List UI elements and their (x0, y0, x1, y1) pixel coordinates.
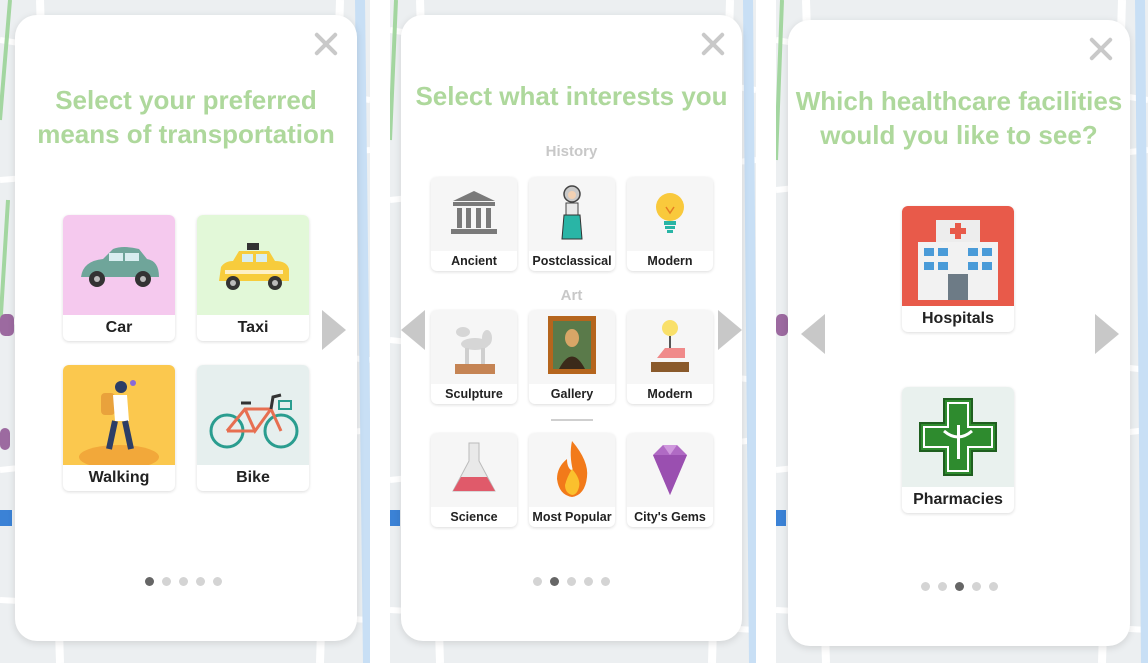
option-label: Sculpture (445, 387, 503, 401)
previous-arrow[interactable] (401, 310, 425, 350)
page-dot[interactable] (196, 577, 205, 586)
option-ancient[interactable]: Ancient (431, 177, 517, 271)
close-icon[interactable] (700, 31, 726, 57)
close-icon[interactable] (1088, 36, 1114, 62)
option-label: Postclassical (532, 254, 612, 268)
section-heading-art: Art (560, 287, 583, 304)
next-arrow[interactable] (322, 310, 346, 350)
temple-icon (431, 177, 517, 251)
page-dot[interactable] (938, 582, 947, 591)
taxi-icon (197, 215, 309, 315)
option-science[interactable]: Science (431, 433, 517, 527)
page-dot[interactable] (179, 577, 188, 586)
option-label: Science (450, 510, 498, 524)
option-label: City's Gems (634, 510, 706, 524)
medieval-figure-icon (529, 177, 615, 251)
page-dot[interactable] (162, 577, 171, 586)
card-title: Select what interests you (401, 79, 742, 113)
pagination-dots (145, 577, 222, 586)
option-citys-gems[interactable]: City's Gems (627, 433, 713, 527)
pagination-dots (533, 577, 610, 586)
option-label: Most Popular (532, 510, 612, 524)
title-line-1: Which healthcare facilities (795, 86, 1123, 116)
option-label: Taxi (237, 319, 269, 336)
page-dot[interactable] (533, 577, 542, 586)
option-label: Bike (236, 469, 270, 486)
pagination-dots (921, 582, 998, 591)
balloon-dog-icon (431, 310, 517, 384)
page-dot[interactable] (584, 577, 593, 586)
option-label: Walking (88, 469, 150, 486)
gem-icon (627, 433, 713, 507)
fire-icon (529, 433, 615, 507)
lamp-sculpture-icon (627, 310, 713, 384)
option-taxi[interactable]: Taxi (197, 215, 309, 341)
next-arrow[interactable] (1095, 314, 1119, 354)
option-label: Modern (647, 387, 693, 401)
option-bike[interactable]: Bike (197, 365, 309, 491)
option-walking[interactable]: Walking (63, 365, 175, 491)
title-line-1: Select your preferred (55, 85, 317, 115)
page-dot[interactable] (989, 582, 998, 591)
page-dot[interactable] (213, 577, 222, 586)
healthcare-card: Which healthcare facilities would you li… (788, 20, 1130, 646)
page-dot[interactable] (567, 577, 576, 586)
title-line-2: means of transportation (37, 119, 335, 149)
option-most-popular[interactable]: Most Popular (529, 433, 615, 527)
option-history-modern[interactable]: Modern (627, 177, 713, 271)
option-label: Modern (647, 254, 693, 268)
pharmacy-cross-icon (902, 387, 1014, 487)
page-dot[interactable] (601, 577, 610, 586)
section-divider (551, 419, 593, 421)
car-icon (63, 215, 175, 315)
next-arrow[interactable] (718, 310, 742, 350)
option-gallery[interactable]: Gallery (529, 310, 615, 404)
section-heading-history: History (545, 143, 598, 160)
option-sculpture[interactable]: Sculpture (431, 310, 517, 404)
flask-icon (431, 433, 517, 507)
card-title: Which healthcare facilities would you li… (788, 84, 1130, 152)
option-label: Ancient (451, 254, 497, 268)
title-line-1: Select what interests you (415, 81, 728, 111)
option-label: Car (105, 319, 133, 336)
option-postclassical[interactable]: Postclassical (529, 177, 615, 271)
previous-arrow[interactable] (801, 314, 825, 354)
option-hospitals[interactable]: Hospitals (902, 206, 1014, 332)
page-dot[interactable] (955, 582, 964, 591)
page-dot[interactable] (921, 582, 930, 591)
page-dot[interactable] (550, 577, 559, 586)
close-icon[interactable] (313, 31, 339, 57)
mona-lisa-icon (529, 310, 615, 384)
page-dot[interactable] (972, 582, 981, 591)
option-label: Pharmacies (913, 491, 1003, 508)
option-label: Hospitals (921, 310, 994, 327)
option-car[interactable]: Car (63, 215, 175, 341)
page-dot[interactable] (145, 577, 154, 586)
bicycle-icon (197, 365, 309, 465)
transport-card: Select your preferred means of transport… (15, 15, 357, 641)
option-art-modern[interactable]: Modern (627, 310, 713, 404)
option-pharmacies[interactable]: Pharmacies (902, 387, 1014, 513)
hospital-icon (902, 206, 1014, 306)
light-bulb-icon (627, 177, 713, 251)
walking-person-icon (63, 365, 175, 469)
card-title: Select your preferred means of transport… (15, 83, 357, 151)
option-label: Gallery (550, 387, 594, 401)
title-line-2: would you like to see? (820, 120, 1098, 150)
interests-card: Select what interests you History Ancien… (401, 15, 742, 641)
